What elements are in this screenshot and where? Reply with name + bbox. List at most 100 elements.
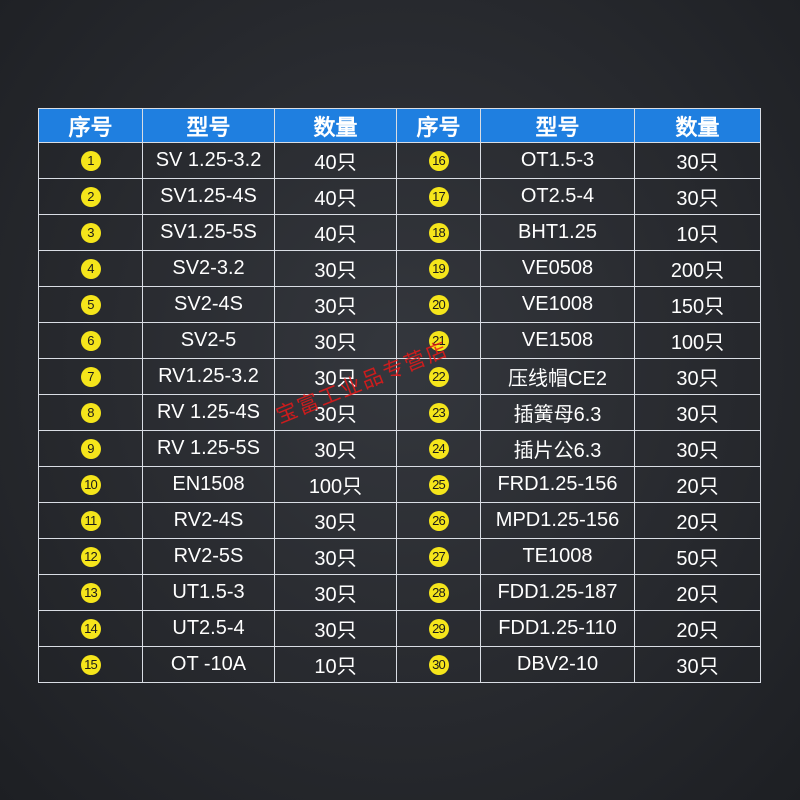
index-cell: 13 bbox=[38, 574, 143, 611]
number-badge: 26 bbox=[428, 510, 449, 531]
quantity-cell: 200只 bbox=[634, 250, 761, 287]
header-index: 序号 bbox=[38, 108, 143, 143]
number-badge: 11 bbox=[80, 510, 101, 531]
index-cell: 9 bbox=[38, 430, 143, 467]
model-cell: UT1.5-3 bbox=[142, 574, 275, 611]
index-cell: 15 bbox=[38, 646, 143, 683]
model-cell: DBV2-10 bbox=[480, 646, 635, 683]
model-cell: 压线帽CE2 bbox=[480, 358, 635, 395]
number-badge: 15 bbox=[80, 654, 101, 675]
quantity-cell: 30只 bbox=[274, 322, 397, 359]
number-badge: 1 bbox=[80, 150, 101, 171]
index-cell: 12 bbox=[38, 538, 143, 575]
table-row: 4 SV2-3.2 30只 19 VE0508 200只 bbox=[38, 250, 761, 287]
index-cell: 10 bbox=[38, 466, 143, 503]
model-cell: BHT1.25 bbox=[480, 214, 635, 251]
table-header-row: 序号 型号 数量 序号 型号 数量 bbox=[38, 108, 761, 143]
number-badge: 17 bbox=[428, 186, 449, 207]
index-cell: 3 bbox=[38, 214, 143, 251]
table-row: 10 EN1508 100只 25 FRD1.25-156 20只 bbox=[38, 466, 761, 503]
index-cell: 1 bbox=[38, 142, 143, 179]
quantity-cell: 20只 bbox=[634, 466, 761, 503]
model-cell: RV2-5S bbox=[142, 538, 275, 575]
quantity-cell: 10只 bbox=[274, 646, 397, 683]
index-cell: 30 bbox=[396, 646, 481, 683]
model-cell: FDD1.25-110 bbox=[480, 610, 635, 647]
model-cell: FDD1.25-187 bbox=[480, 574, 635, 611]
model-cell: TE1008 bbox=[480, 538, 635, 575]
model-cell: RV1.25-3.2 bbox=[142, 358, 275, 395]
model-cell: UT2.5-4 bbox=[142, 610, 275, 647]
table-row: 15 OT -10A 10只 30 DBV2-10 30只 bbox=[38, 646, 761, 683]
header-model: 型号 bbox=[480, 108, 635, 143]
quantity-cell: 30只 bbox=[634, 178, 761, 215]
model-cell: SV 1.25-3.2 bbox=[142, 142, 275, 179]
index-cell: 26 bbox=[396, 502, 481, 539]
number-badge: 19 bbox=[428, 258, 449, 279]
number-badge: 9 bbox=[80, 438, 101, 459]
number-badge: 13 bbox=[80, 582, 101, 603]
quantity-cell: 30只 bbox=[274, 502, 397, 539]
number-badge: 14 bbox=[80, 618, 101, 639]
index-cell: 24 bbox=[396, 430, 481, 467]
number-badge: 8 bbox=[80, 402, 101, 423]
model-cell: RV2-4S bbox=[142, 502, 275, 539]
table-body: 1 SV 1.25-3.2 40只 16 OT1.5-3 30只 2 SV1.25-4S 40只… bbox=[38, 142, 761, 683]
number-badge: 10 bbox=[80, 474, 101, 495]
number-badge: 6 bbox=[80, 330, 101, 351]
quantity-cell: 30只 bbox=[634, 142, 761, 179]
table-row: 2 SV1.25-4S 40只 17 OT2.5-4 30只 bbox=[38, 178, 761, 215]
index-cell: 8 bbox=[38, 394, 143, 431]
number-badge: 3 bbox=[80, 222, 101, 243]
quantity-cell: 50只 bbox=[634, 538, 761, 575]
quantity-cell: 20只 bbox=[634, 574, 761, 611]
table-row: 1 SV 1.25-3.2 40只 16 OT1.5-3 30只 bbox=[38, 142, 761, 179]
model-cell: VE1508 bbox=[480, 322, 635, 359]
model-cell: SV2-5 bbox=[142, 322, 275, 359]
model-cell: SV2-4S bbox=[142, 286, 275, 323]
index-cell: 21 bbox=[396, 322, 481, 359]
model-cell: 插片公6.3 bbox=[480, 430, 635, 467]
quantity-cell: 30只 bbox=[274, 250, 397, 287]
quantity-cell: 30只 bbox=[274, 538, 397, 575]
index-cell: 23 bbox=[396, 394, 481, 431]
index-cell: 17 bbox=[396, 178, 481, 215]
number-badge: 23 bbox=[428, 402, 449, 423]
quantity-cell: 30只 bbox=[634, 358, 761, 395]
model-cell: VE1008 bbox=[480, 286, 635, 323]
quantity-cell: 10只 bbox=[634, 214, 761, 251]
index-cell: 29 bbox=[396, 610, 481, 647]
number-badge: 12 bbox=[80, 546, 101, 567]
index-cell: 28 bbox=[396, 574, 481, 611]
quantity-cell: 30只 bbox=[274, 610, 397, 647]
index-cell: 4 bbox=[38, 250, 143, 287]
model-cell: OT1.5-3 bbox=[480, 142, 635, 179]
model-cell: OT -10A bbox=[142, 646, 275, 683]
quantity-cell: 30只 bbox=[274, 430, 397, 467]
table-row: 8 RV 1.25-4S 30只 23 插簧母6.3 30只 bbox=[38, 394, 761, 431]
number-badge: 7 bbox=[80, 366, 101, 387]
quantity-cell: 30只 bbox=[634, 430, 761, 467]
quantity-cell: 20只 bbox=[634, 502, 761, 539]
quantity-cell: 30只 bbox=[274, 574, 397, 611]
index-cell: 19 bbox=[396, 250, 481, 287]
index-cell: 22 bbox=[396, 358, 481, 395]
index-cell: 14 bbox=[38, 610, 143, 647]
number-badge: 4 bbox=[80, 258, 101, 279]
model-cell: VE0508 bbox=[480, 250, 635, 287]
model-cell: RV 1.25-4S bbox=[142, 394, 275, 431]
model-cell: EN1508 bbox=[142, 466, 275, 503]
quantity-cell: 30只 bbox=[274, 394, 397, 431]
table-row: 7 RV1.25-3.2 30只 22 压线帽CE2 30只 bbox=[38, 358, 761, 395]
model-cell: FRD1.25-156 bbox=[480, 466, 635, 503]
index-cell: 18 bbox=[396, 214, 481, 251]
number-badge: 29 bbox=[428, 618, 449, 639]
model-cell: RV 1.25-5S bbox=[142, 430, 275, 467]
header-quantity: 数量 bbox=[634, 108, 761, 143]
index-cell: 5 bbox=[38, 286, 143, 323]
number-badge: 5 bbox=[80, 294, 101, 315]
table-row: 9 RV 1.25-5S 30只 24 插片公6.3 30只 bbox=[38, 430, 761, 467]
quantity-cell: 40只 bbox=[274, 142, 397, 179]
number-badge: 25 bbox=[428, 474, 449, 495]
number-badge: 20 bbox=[428, 294, 449, 315]
